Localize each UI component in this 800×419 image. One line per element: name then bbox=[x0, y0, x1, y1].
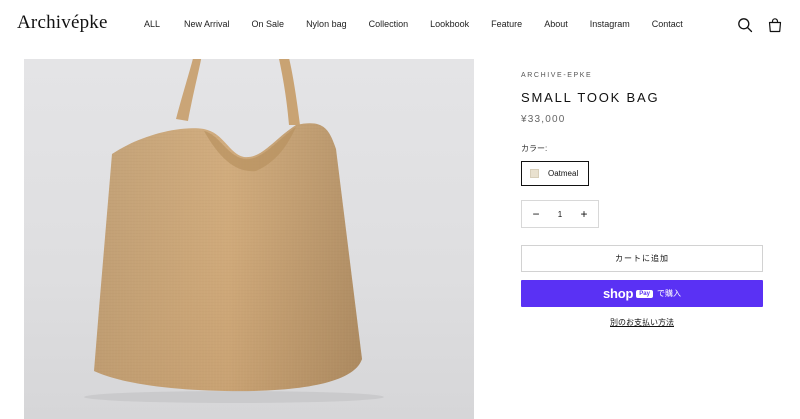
color-option-oatmeal[interactable]: Oatmeal bbox=[521, 161, 590, 186]
brand-logo[interactable]: Archivépke bbox=[17, 12, 108, 34]
nav-item-contact[interactable]: Contact bbox=[652, 19, 683, 29]
nav-item-collection[interactable]: Collection bbox=[369, 19, 409, 29]
nav-item-all[interactable]: ALL bbox=[144, 19, 160, 29]
color-option-label: Oatmeal bbox=[548, 169, 579, 178]
more-payment-options-link[interactable]: 別のお支払い方法 bbox=[521, 317, 763, 328]
qty-value[interactable]: 1 bbox=[558, 210, 562, 219]
product-image[interactable] bbox=[24, 59, 474, 419]
product-vendor: ARCHIVE-EPKE bbox=[521, 72, 593, 79]
nav-item-lookbook[interactable]: Lookbook bbox=[430, 19, 469, 29]
search-icon[interactable] bbox=[737, 17, 753, 33]
nav-item-about[interactable]: About bbox=[544, 19, 568, 29]
shop-pay-pill: Pay bbox=[636, 289, 653, 298]
nav-item-on-sale[interactable]: On Sale bbox=[252, 19, 285, 29]
color-label: カラー: bbox=[521, 144, 548, 153]
color-swatch bbox=[530, 169, 539, 178]
product-price: ¥33,000 bbox=[521, 114, 566, 125]
main-nav: ALL New Arrival On Sale Nylon bag Collec… bbox=[144, 19, 705, 29]
tote-bag-image bbox=[84, 59, 384, 403]
qty-plus-button[interactable]: + bbox=[578, 208, 590, 220]
bag-icon[interactable] bbox=[767, 17, 783, 33]
product-title: SMALL TOOK BAG bbox=[521, 90, 660, 105]
nav-item-nylon-bag[interactable]: Nylon bag bbox=[306, 19, 347, 29]
quantity-stepper: − 1 + bbox=[521, 200, 599, 228]
product-info: ARCHIVE-EPKE SMALL TOOK BAG ¥33,000 カラー:… bbox=[521, 72, 763, 328]
nav-item-instagram[interactable]: Instagram bbox=[590, 19, 630, 29]
shop-pay-button[interactable]: shop Pay で購入 bbox=[521, 280, 763, 307]
qty-minus-button[interactable]: − bbox=[530, 208, 542, 220]
nav-item-new-arrival[interactable]: New Arrival bbox=[184, 19, 230, 29]
shop-pay-suffix: で購入 bbox=[656, 289, 681, 298]
shop-pay-brand: shop bbox=[603, 286, 634, 301]
header-actions bbox=[723, 17, 783, 33]
add-to-cart-button[interactable]: カートに追加 bbox=[521, 245, 763, 272]
site-header: Archivépke ALL New Arrival On Sale Nylon… bbox=[0, 0, 800, 50]
nav-item-feature[interactable]: Feature bbox=[491, 19, 522, 29]
